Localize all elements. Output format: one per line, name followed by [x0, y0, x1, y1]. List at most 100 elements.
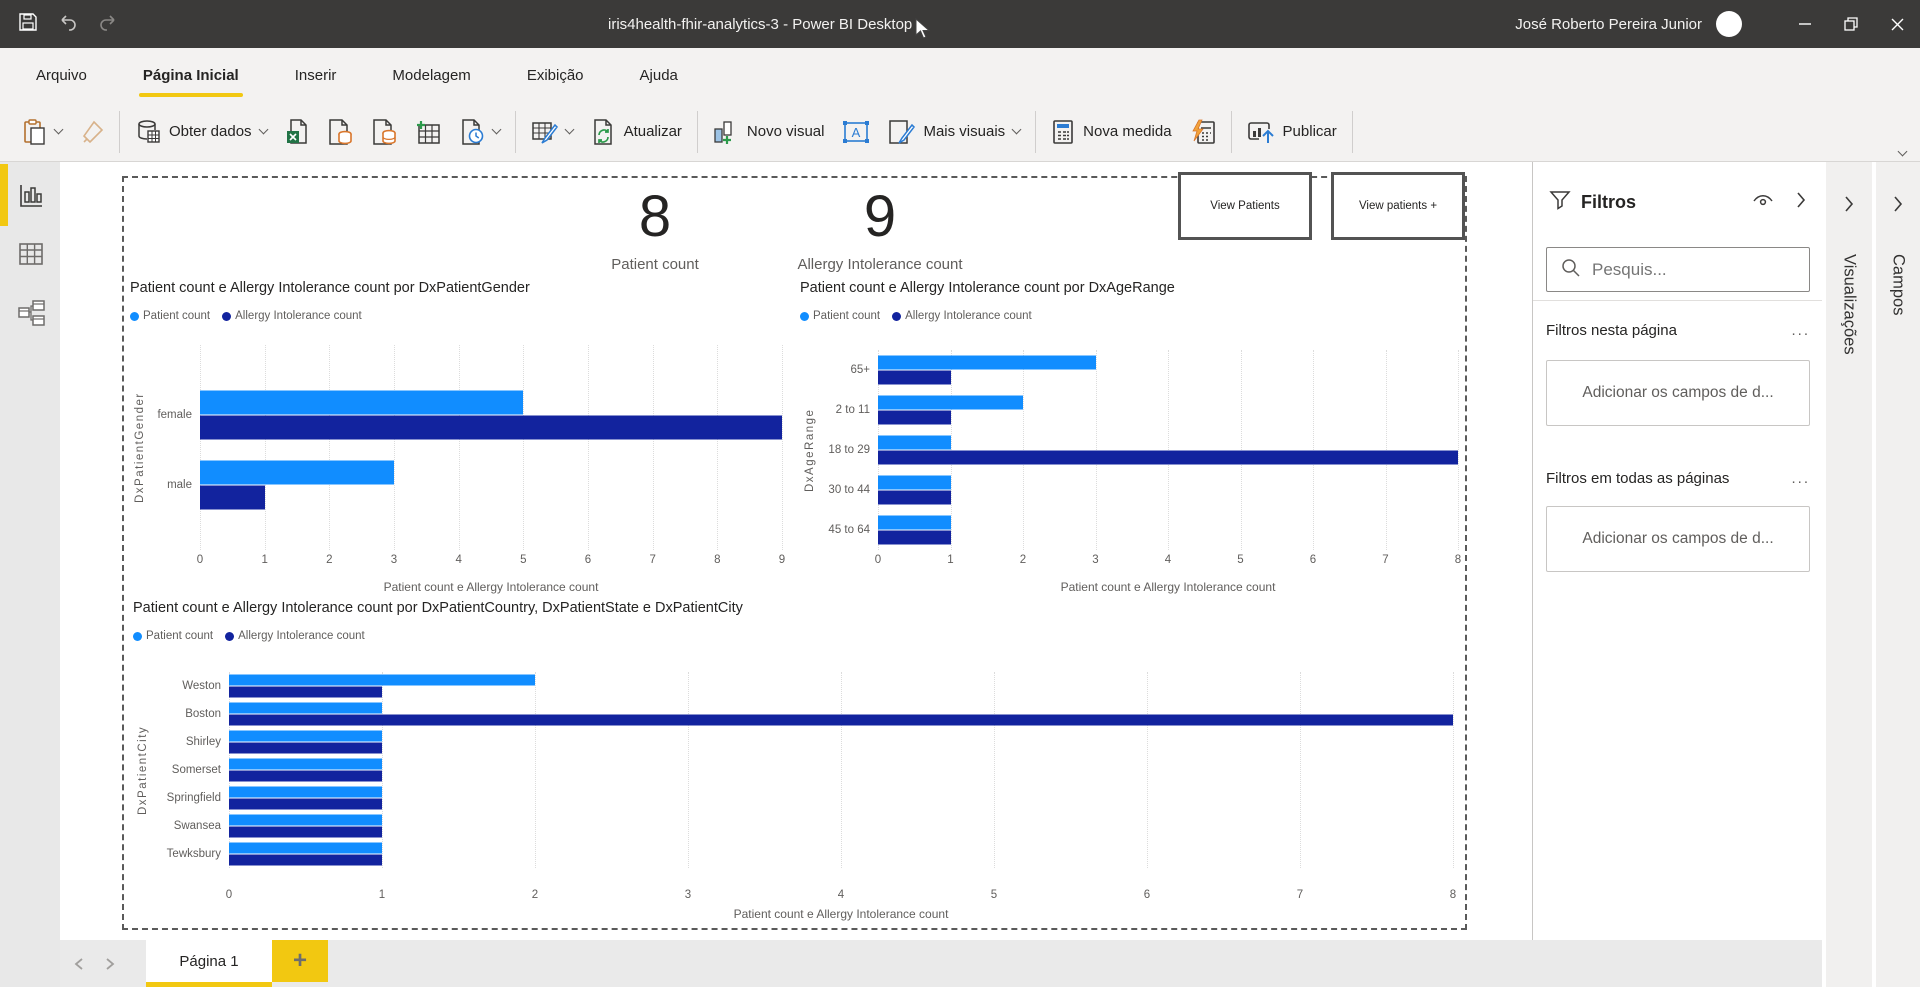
report-view-button[interactable]	[17, 182, 45, 210]
x-tick-label: 6	[1310, 554, 1316, 566]
undo-icon[interactable]	[58, 13, 78, 36]
more-options-icon[interactable]: ...	[1791, 470, 1810, 487]
tab-exibicao[interactable]: Exibição	[513, 48, 598, 102]
bar-65+[interactable]	[878, 371, 951, 385]
search-input[interactable]	[1592, 260, 1762, 280]
bar-45-to-64[interactable]	[878, 531, 951, 545]
collapse-ribbon-icon[interactable]	[1898, 147, 1908, 157]
bar-springfield[interactable]	[229, 787, 382, 798]
excel-workbook-button[interactable]	[276, 109, 318, 155]
filter-search-box[interactable]	[1546, 247, 1810, 292]
tab-arquivo[interactable]: Arquivo	[22, 48, 101, 102]
view-patients-plus-button[interactable]: View patients +	[1331, 172, 1465, 240]
bar-male[interactable]	[200, 486, 265, 510]
bar-weston[interactable]	[229, 675, 535, 686]
minimize-button[interactable]	[1782, 0, 1828, 48]
redo-icon[interactable]	[98, 13, 118, 36]
legend-item[interactable]: Patient count	[800, 310, 880, 322]
filter-icon	[1549, 189, 1571, 216]
collapse-panel-icon[interactable]	[1796, 192, 1806, 213]
format-painter-button[interactable]	[71, 109, 113, 155]
bar-30-to-44[interactable]	[878, 491, 951, 505]
tab-modelagem[interactable]: Modelagem	[378, 48, 484, 102]
bar-tewksbury[interactable]	[229, 843, 382, 854]
plot-area	[878, 350, 1458, 550]
previous-page-arrow[interactable]	[68, 940, 88, 987]
x-tick-label: 3	[391, 554, 397, 566]
bar-male[interactable]	[200, 461, 394, 485]
bar-2-to-11[interactable]	[878, 396, 1023, 410]
tab-inserir[interactable]: Inserir	[281, 48, 351, 102]
legend-item[interactable]: Patient count	[133, 630, 213, 642]
quick-measure-button[interactable]	[1181, 109, 1225, 155]
recent-sources-button[interactable]	[450, 109, 509, 155]
legend-item[interactable]: Allergy Intolerance count	[225, 630, 365, 642]
legend-item[interactable]: Patient count	[130, 310, 210, 322]
add-page-button[interactable]: +	[272, 940, 328, 982]
bar-18-to-29[interactable]	[878, 436, 951, 450]
bar-18-to-29[interactable]	[878, 451, 1458, 465]
bar-boston[interactable]	[229, 703, 382, 714]
bar-boston[interactable]	[229, 715, 1453, 726]
more-options-icon[interactable]: ...	[1791, 322, 1810, 339]
model-view-button[interactable]	[17, 298, 45, 326]
avatar[interactable]	[1716, 11, 1742, 37]
legend-item[interactable]: Allergy Intolerance count	[892, 310, 1032, 322]
eye-icon[interactable]	[1752, 192, 1774, 213]
chart-title: Patient count e Allergy Intolerance coun…	[107, 280, 807, 304]
page-filters-dropzone[interactable]: Adicionar os campos de d...	[1546, 360, 1810, 426]
chart-gender[interactable]: Patient count e Allergy Intolerance coun…	[107, 280, 807, 610]
view-patients-button[interactable]: View Patients	[1178, 172, 1312, 240]
bar-somerset[interactable]	[229, 771, 382, 782]
bar-somerset[interactable]	[229, 759, 382, 770]
tab-pagina-inicial[interactable]: Página Inicial	[129, 48, 253, 102]
x-tick-label: 5	[520, 554, 526, 566]
bar-2-to-11[interactable]	[878, 411, 951, 425]
restore-button[interactable]	[1828, 0, 1874, 48]
bar-shirley[interactable]	[229, 731, 382, 742]
all-pages-filters-dropzone[interactable]: Adicionar os campos de d...	[1546, 506, 1810, 572]
bar-swansea[interactable]	[229, 827, 382, 838]
visualizations-pane-collapsed[interactable]: Visualizações	[1826, 162, 1872, 987]
data-view-button[interactable]	[17, 240, 45, 268]
legend-dot	[225, 632, 234, 641]
publish-button[interactable]: Publicar	[1238, 109, 1346, 155]
chart-city[interactable]: Patient count e Allergy Intolerance coun…	[110, 600, 1470, 930]
paste-button[interactable]	[14, 109, 71, 155]
enter-data-button[interactable]	[406, 109, 450, 155]
sql-server-button[interactable]	[362, 109, 406, 155]
fields-pane-collapsed[interactable]: Campos	[1876, 162, 1920, 987]
expand-pane-icon[interactable]	[1844, 196, 1854, 217]
expand-pane-icon[interactable]	[1893, 196, 1903, 217]
close-button[interactable]	[1874, 0, 1920, 48]
bar-weston[interactable]	[229, 687, 382, 698]
transform-data-button[interactable]	[522, 109, 582, 155]
bar-65+[interactable]	[878, 356, 1096, 370]
page-tab[interactable]: Página 1	[146, 940, 272, 987]
new-visual-button[interactable]: Novo visual	[704, 109, 834, 155]
legend-item[interactable]: Allergy Intolerance count	[222, 310, 362, 322]
bar-shirley[interactable]	[229, 743, 382, 754]
report-canvas[interactable]: 8 Patient count 9 Allergy Intolerance co…	[60, 162, 1532, 987]
bar-springfield[interactable]	[229, 799, 382, 810]
bar-tewksbury[interactable]	[229, 855, 382, 866]
dataset-hub-button[interactable]	[318, 109, 362, 155]
card-allergy-count[interactable]: 9 Allergy Intolerance count	[740, 184, 1020, 273]
bar-30-to-44[interactable]	[878, 476, 951, 490]
user-name[interactable]: José Roberto Pereira Junior	[1515, 16, 1702, 33]
bar-female[interactable]	[200, 391, 523, 415]
new-measure-button[interactable]: Nova medida	[1042, 109, 1180, 155]
bar-swansea[interactable]	[229, 815, 382, 826]
chart-age-range[interactable]: Patient count e Allergy Intolerance coun…	[790, 280, 1470, 610]
next-page-arrow[interactable]	[100, 940, 120, 987]
get-data-button[interactable]: Obter dados	[126, 109, 276, 155]
bottom-band	[1532, 940, 1822, 987]
bar-45-to-64[interactable]	[878, 516, 951, 530]
bar-female[interactable]	[200, 416, 782, 440]
card-patient-count[interactable]: 8 Patient count	[560, 184, 750, 273]
tab-ajuda[interactable]: Ajuda	[626, 48, 692, 102]
more-visuals-button[interactable]: Mais visuais	[879, 109, 1029, 155]
refresh-button[interactable]: Atualizar	[582, 109, 691, 155]
text-box-button[interactable]: A	[833, 109, 879, 155]
save-icon[interactable]	[18, 12, 38, 37]
